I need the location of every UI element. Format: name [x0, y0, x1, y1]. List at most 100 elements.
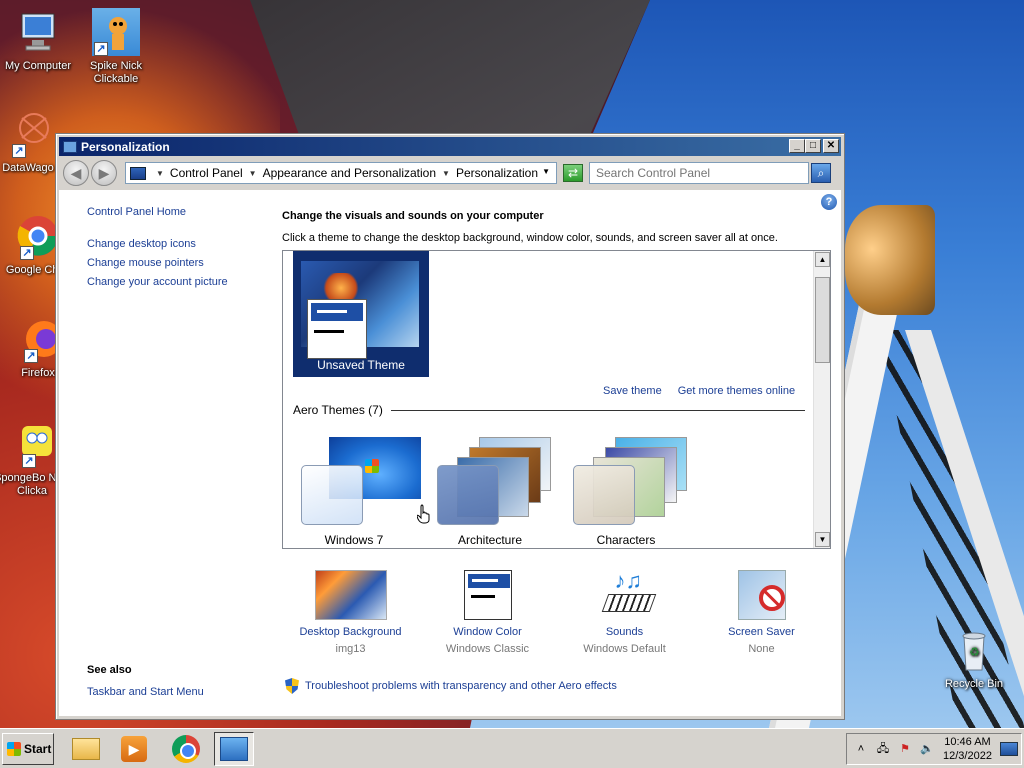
taskbar: Start ▶ ˄ 🖧 ⚑ 🔈 10:46 AM 12/3/2022 [0, 728, 1024, 768]
sounds-item[interactable]: ♪♫ Sounds Windows Default [556, 570, 693, 656]
screen-saver-item[interactable]: Screen Saver None [693, 570, 830, 655]
glass-preview [437, 465, 499, 525]
mini-window-preview [307, 299, 367, 359]
scrollbar[interactable]: ▲ ▼ [813, 251, 830, 548]
no-symbol-icon [758, 585, 785, 611]
desktop-icon-label: Firefox [21, 367, 55, 379]
item-name[interactable]: Window Color [419, 626, 556, 638]
theme-label: Characters [596, 533, 656, 547]
scrollbar-thumb[interactable] [815, 277, 830, 363]
personalization-options: Desktop Background img13 Window Color Wi… [282, 570, 832, 656]
forward-button[interactable]: ▶ [91, 160, 117, 186]
breadcrumb-personalization[interactable]: Personalization [456, 166, 538, 180]
theme-label: Architecture [457, 533, 523, 547]
windows-logo-icon [7, 742, 21, 756]
change-desktop-icons-link[interactable]: Change desktop icons [87, 238, 267, 250]
taskbar-media-player[interactable]: ▶ [114, 732, 154, 766]
desktop-icon-label: DataWago [2, 162, 54, 174]
spike-icon: ↗ [92, 8, 140, 56]
recycle-bin-icon: ♻ [950, 626, 998, 674]
shortcut-arrow-icon: ↗ [22, 454, 36, 468]
maximize-button[interactable]: □ [805, 139, 821, 153]
media-player-icon: ▶ [121, 736, 147, 762]
divider [390, 409, 805, 411]
scroll-down-icon[interactable]: ▼ [815, 532, 830, 547]
chevron-down-icon[interactable]: ▼ [156, 169, 164, 178]
breadcrumb-control-panel[interactable]: Control Panel [170, 166, 243, 180]
item-name[interactable]: Screen Saver [693, 626, 830, 638]
scroll-up-icon[interactable]: ▲ [815, 252, 830, 267]
unsaved-theme[interactable]: Unsaved Theme [293, 251, 429, 377]
theme-actions: Save theme Get more themes online [603, 385, 795, 397]
save-theme-link[interactable]: Save theme [603, 385, 662, 397]
desktop-icon-label: My Computer [4, 60, 72, 72]
taskbar-explorer[interactable] [66, 732, 106, 766]
glass-preview [573, 465, 635, 525]
volume-icon[interactable]: 🔈 [919, 741, 935, 757]
change-mouse-pointers-link[interactable]: Change mouse pointers [87, 257, 267, 269]
troubleshoot-row: Troubleshoot problems with transparency … [285, 678, 617, 694]
mini-text-line [314, 330, 344, 333]
close-button[interactable]: ✕ [823, 139, 839, 153]
network-icon[interactable]: 🖧 [875, 741, 891, 757]
personalization-window: Personalization _ □ ✕ ◀ ▶ ▼ Control Pane… [55, 133, 845, 720]
shield-icon [285, 678, 299, 694]
hand-cursor-icon [417, 504, 430, 524]
start-button[interactable]: Start [2, 733, 54, 765]
theme-architecture[interactable]: Architecture [425, 437, 555, 547]
troubleshoot-link[interactable]: Troubleshoot problems with transparency … [305, 680, 617, 692]
clock[interactable]: 10:46 AM 12/3/2022 [943, 735, 992, 763]
item-value: Windows Default [583, 643, 666, 655]
sidebar: Control Panel Home Change desktop icons … [87, 206, 267, 295]
control-panel-home-link[interactable]: Control Panel Home [87, 206, 267, 218]
refresh-button[interactable]: ⇄ [563, 164, 583, 182]
computer-icon [14, 8, 62, 56]
clock-time: 10:46 AM [944, 736, 991, 748]
desktop-icon-my-computer[interactable]: My Computer [0, 8, 76, 73]
title-bar[interactable]: Personalization _ □ ✕ [59, 137, 841, 156]
main-panel: Change the visuals and sounds on your co… [282, 210, 832, 549]
theme-windows-7[interactable]: Windows 7 [289, 437, 421, 547]
item-value: Windows Classic [445, 643, 530, 655]
clock-date: 12/3/2022 [943, 750, 992, 762]
screen-saver-icon [737, 570, 786, 620]
search-input[interactable] [589, 162, 809, 184]
chevron-down-icon[interactable]: ▼ [442, 169, 450, 178]
item-value: None [748, 643, 775, 655]
shortcut-arrow-icon: ↗ [94, 42, 108, 56]
chevron-down-icon[interactable]: ▼ [249, 169, 257, 178]
system-tray: ˄ 🖧 ⚑ 🔈 10:46 AM 12/3/2022 [846, 733, 1022, 765]
desktop-icon-spike[interactable]: ↗ Spike Nick Clickable [78, 8, 154, 86]
item-name[interactable]: Desktop Background [282, 626, 419, 638]
content-area: ? Control Panel Home Change desktop icon… [59, 190, 841, 716]
page-title: Change the visuals and sounds on your co… [282, 210, 544, 222]
help-icon[interactable]: ? [821, 194, 837, 210]
theme-list[interactable]: Unsaved Theme Save theme Get more themes… [282, 250, 831, 549]
taskbar-control-panel[interactable] [214, 732, 254, 766]
theme-characters[interactable]: Characters [561, 437, 691, 547]
mini-title-bar [311, 303, 363, 321]
address-bar: ◀ ▶ ▼ Control Panel ▼ Appearance and Per… [59, 158, 841, 188]
desktop-icon-recycle-bin[interactable]: ♻ Recycle Bin [936, 626, 1012, 691]
desktop-icon-label: Recycle Bin [944, 678, 1004, 690]
action-center-icon[interactable]: ⚑ [897, 741, 913, 757]
search-button[interactable]: ⌕ [811, 163, 831, 183]
taskbar-chrome[interactable] [166, 732, 206, 766]
chevron-up-icon[interactable]: ˄ [853, 741, 869, 757]
window-color-item[interactable]: Window Color Windows Classic [419, 570, 556, 655]
minimize-button[interactable]: _ [789, 139, 805, 153]
get-more-themes-link[interactable]: Get more themes online [678, 385, 795, 397]
show-desktop-icon[interactable] [999, 742, 1018, 756]
breadcrumb-appearance[interactable]: Appearance and Personalization [263, 166, 436, 180]
taskbar-start-menu-link[interactable]: Taskbar and Start Menu [87, 686, 204, 698]
change-account-picture-link[interactable]: Change your account picture [87, 276, 267, 288]
address-dropdown-icon[interactable]: ▼ [542, 167, 550, 176]
back-button[interactable]: ◀ [63, 160, 89, 186]
shortcut-arrow-icon: ↗ [12, 144, 26, 158]
item-name[interactable]: Sounds [556, 626, 693, 638]
desktop-background-item[interactable]: Desktop Background img13 [282, 570, 419, 655]
desktop-icon-label: Spike Nick Clickable [90, 60, 142, 85]
breadcrumb[interactable]: ▼ Control Panel ▼ Appearance and Persona… [125, 162, 557, 184]
datawago-icon: ↗ [4, 110, 52, 158]
piano-keys-icon [601, 594, 656, 612]
